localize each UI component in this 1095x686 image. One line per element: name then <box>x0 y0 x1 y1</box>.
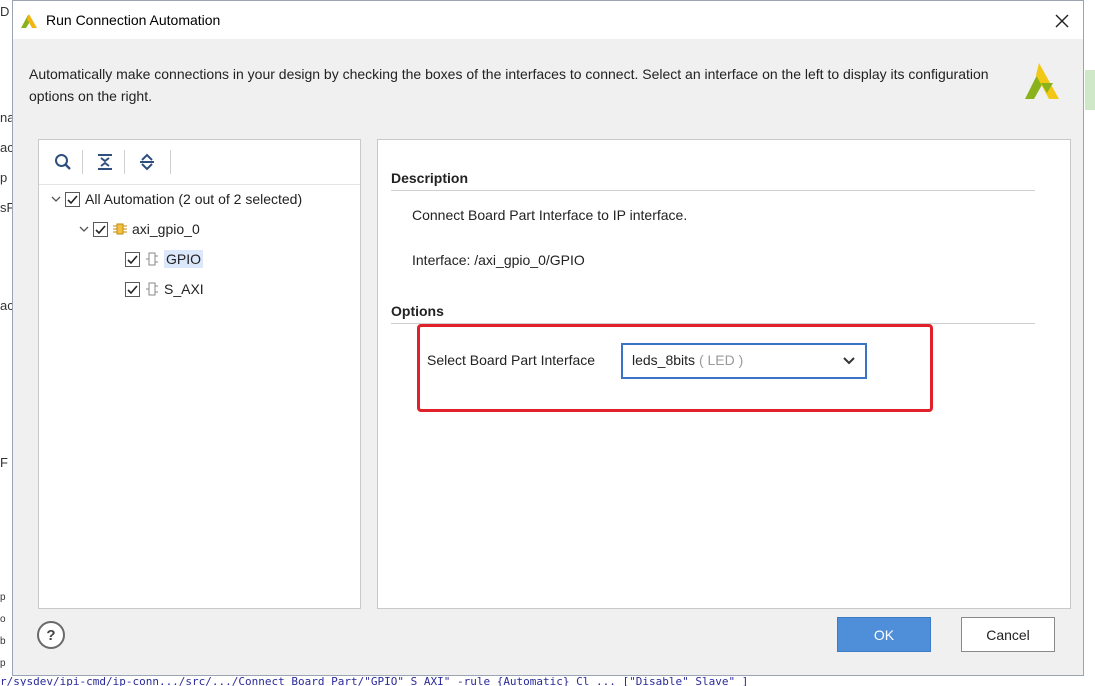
chevron-down-icon[interactable] <box>77 222 91 236</box>
board-part-interface-select[interactable]: leds_8bits ( LED ) <box>621 343 867 379</box>
expand-all-button[interactable] <box>135 150 159 174</box>
bg-fragment: p <box>0 170 8 185</box>
bg-fragment: p <box>0 658 6 669</box>
background-app-status-strip <box>1085 70 1095 110</box>
dialog-titlebar: Run Connection Automation <box>13 1 1083 39</box>
help-button[interactable]: ? <box>37 621 65 649</box>
all-automation-checkbox[interactable] <box>65 191 80 207</box>
select-value-suffix: ( LED ) <box>698 352 744 368</box>
tree-node-s-axi[interactable]: S_AXI <box>125 278 204 300</box>
background-app-left-edge: D na ac p sF ac F p o b p <box>0 0 14 686</box>
checkmark-icon <box>95 224 106 234</box>
close-button[interactable] <box>1049 9 1075 33</box>
tree-toolbar <box>39 140 360 185</box>
chevron-down-icon[interactable] <box>49 192 63 206</box>
board-part-interface-label: Select Board Part Interface <box>427 352 596 368</box>
tree-node-label: All Automation (2 out of 2 selected) <box>85 191 303 207</box>
s-axi-checkbox[interactable] <box>125 281 140 297</box>
axi-gpio-checkbox[interactable] <box>93 221 108 237</box>
tree-node-label: GPIO <box>164 250 204 268</box>
bg-fragment: o <box>0 614 6 625</box>
ok-button[interactable]: OK <box>837 617 931 652</box>
close-icon <box>1055 14 1069 28</box>
ip-core-icon <box>113 221 127 237</box>
gpio-checkbox[interactable] <box>125 251 140 267</box>
bg-fragment: b <box>0 636 6 647</box>
vivado-logo-icon <box>21 14 37 28</box>
search-icon <box>55 154 71 170</box>
options-heading: Options <box>391 303 444 319</box>
details-panel: Description Connect Board Part Interface… <box>377 139 1071 609</box>
run-connection-automation-dialog: Run Connection Automation Automatically … <box>12 0 1084 676</box>
interface-port-icon <box>145 281 159 297</box>
search-button[interactable] <box>51 150 75 174</box>
toolbar-divider <box>170 150 171 174</box>
collapse-all-button[interactable] <box>93 150 117 174</box>
section-divider <box>391 190 1035 191</box>
background-console-text: r/sysdev/ipi-cmd/ip-conn.../src/.../Conn… <box>0 676 749 686</box>
description-text: Connect Board Part Interface to IP inter… <box>412 207 688 223</box>
checkmark-icon <box>127 284 138 294</box>
select-value: leds_8bits ( LED ) <box>632 352 743 368</box>
bg-fragment: p <box>0 592 6 603</box>
automation-tree-panel: All Automation (2 out of 2 selected) axi… <box>38 139 361 609</box>
tree-node-label: axi_gpio_0 <box>132 221 200 237</box>
chevron-down-icon <box>843 357 855 365</box>
toolbar-divider <box>82 150 83 174</box>
checkmark-icon <box>67 194 78 204</box>
bg-fragment: D <box>0 4 10 19</box>
tree-node-gpio[interactable]: GPIO <box>125 248 204 270</box>
collapse-all-icon <box>98 154 112 170</box>
tree-node-label: S_AXI <box>164 281 204 297</box>
checkmark-icon <box>127 254 138 264</box>
tree-node-axi-gpio[interactable]: axi_gpio_0 <box>77 218 200 240</box>
interface-path-text: Interface: /axi_gpio_0/GPIO <box>412 252 585 268</box>
dialog-header: Automatically make connections in your d… <box>13 39 1083 127</box>
select-value-main: leds_8bits <box>632 352 696 368</box>
expand-all-icon <box>140 153 154 171</box>
description-heading: Description <box>391 170 469 186</box>
vivado-logo-icon <box>1025 63 1059 99</box>
bg-fragment: F <box>0 455 8 470</box>
cancel-button[interactable]: Cancel <box>961 617 1055 652</box>
background-app-console: r/sysdev/ipi-cmd/ip-conn.../src/.../Conn… <box>0 676 1095 686</box>
dialog-instructions: Automatically make connections in your d… <box>29 66 989 104</box>
toolbar-divider <box>124 150 125 174</box>
tree-node-all-automation[interactable]: All Automation (2 out of 2 selected) <box>49 188 302 210</box>
interface-port-icon <box>145 251 159 267</box>
dialog-title: Run Connection Automation <box>46 12 221 28</box>
